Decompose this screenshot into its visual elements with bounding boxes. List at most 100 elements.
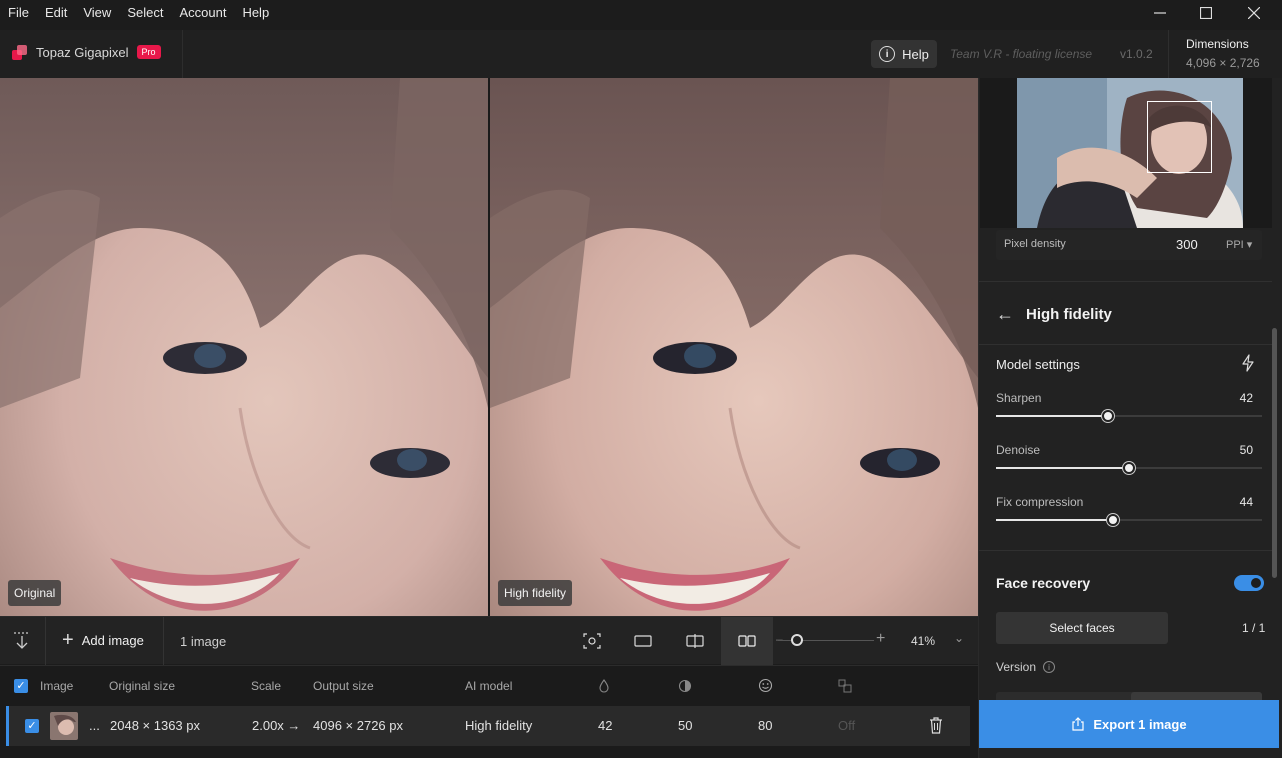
header-divider (182, 30, 183, 78)
close-icon (1248, 7, 1260, 19)
settings-sidebar: Pixel density 300 PPI ▾ ← High fidelity … (978, 78, 1282, 758)
image-count: 1 image (180, 634, 227, 649)
model-settings-title: Model settings (996, 357, 1080, 372)
app-logo: Topaz Gigapixel Pro (12, 44, 161, 60)
info-icon[interactable]: i (1043, 661, 1056, 673)
fix-compression-value[interactable]: 44 (1229, 495, 1253, 509)
sharpen-slider-fill (996, 415, 1108, 417)
lightning-icon[interactable] (1241, 354, 1255, 372)
zoom-level[interactable]: 41% (911, 634, 935, 648)
app-name: Topaz Gigapixel (36, 44, 129, 60)
select-faces-button[interactable]: Select faces (996, 612, 1168, 644)
navigator-viewport[interactable] (1147, 101, 1212, 173)
single-view-button[interactable] (617, 617, 669, 665)
toolbar-divider (163, 617, 164, 665)
menu-edit[interactable]: Edit (37, 0, 75, 26)
image-queue-table: ✓ Image Original size Scale Output size … (0, 665, 978, 758)
app-header: Topaz Gigapixel Pro i Help Team V.R - fl… (0, 30, 1282, 78)
chevron-down-icon[interactable]: ⌄ (954, 631, 964, 645)
denoise-slider-knob[interactable] (1123, 462, 1135, 474)
zoom-out-button[interactable]: – (776, 632, 783, 646)
table-header: ✓ Image Original size Scale Output size … (0, 666, 978, 706)
face-icon (758, 678, 773, 693)
menu-select[interactable]: Select (119, 0, 171, 26)
row-compression: Off (838, 718, 856, 733)
ppi-unit-label: PPI (1226, 239, 1244, 251)
help-label: Help (902, 46, 929, 62)
model-header[interactable]: ← High fidelity (996, 304, 1112, 325)
original-image-pane[interactable]: Original (0, 78, 488, 616)
navigator-preview[interactable] (980, 78, 1272, 228)
original-label: Original (8, 580, 62, 606)
menu-view[interactable]: View (75, 0, 119, 26)
denoise-slider[interactable] (996, 462, 1262, 474)
sidebar-divider (979, 550, 1272, 551)
sharpen-slider-knob[interactable] (1102, 410, 1114, 422)
sidebar-scrollbar[interactable] (1272, 328, 1277, 578)
add-image-button[interactable]: + Add image (62, 629, 144, 651)
sharpen-value[interactable]: 42 (1229, 391, 1253, 405)
export-button[interactable]: Export 1 image (979, 700, 1279, 748)
pixel-density-label: Pixel density (1004, 238, 1066, 250)
dimensions-title: Dimensions (1186, 37, 1249, 51)
split-view-icon (686, 634, 704, 648)
topaz-logo-icon (12, 44, 28, 60)
sidebar-divider (979, 344, 1272, 345)
back-arrow-icon[interactable]: ← (996, 304, 1014, 325)
pro-badge: Pro (136, 45, 161, 59)
face-recovery-title: Face recovery (996, 575, 1091, 591)
compression-icon (838, 679, 852, 693)
menu-help[interactable]: Help (234, 0, 277, 26)
row-scale[interactable]: 2.00x → (252, 718, 300, 733)
table-row[interactable]: ✓ ... 2048 × 1363 px 2.00x → 4096 × 2726… (6, 706, 970, 746)
model-title: High fidelity (1026, 306, 1112, 323)
sharpen-slider[interactable] (996, 410, 1262, 422)
export-label: Export 1 image (1093, 716, 1187, 732)
toolbar-divider (45, 617, 46, 665)
minimize-button[interactable] (1136, 0, 1184, 26)
ppi-dropdown[interactable]: PPI ▾ (1226, 238, 1252, 251)
snapshot-button[interactable] (566, 617, 618, 665)
row-ellipsis[interactable]: ... (89, 718, 100, 733)
fix-compression-slider[interactable] (996, 514, 1262, 526)
menu-bar: File Edit View Select Account Help (0, 0, 1282, 26)
header-output-size: Output size (313, 679, 374, 693)
image-thumbnail (50, 712, 78, 740)
close-button[interactable] (1230, 0, 1278, 26)
row-original-size: 2048 × 1363 px (110, 718, 200, 733)
bottom-toolbar: + Add image 1 image – + 41% ⌄ (0, 616, 978, 665)
menu-file[interactable]: File (0, 0, 37, 26)
pixel-density-input[interactable]: 300 (1176, 237, 1198, 252)
denoise-slider-fill (996, 467, 1129, 469)
camera-icon (583, 633, 601, 649)
row-ai-model: High fidelity (465, 718, 533, 733)
version-text: v1.0.2 (1120, 47, 1153, 61)
fix-compression-slider-fill (996, 519, 1113, 521)
enhanced-label: High fidelity (498, 580, 573, 606)
header-ai-model: AI model (465, 679, 513, 693)
fix-compression-slider-knob[interactable] (1107, 514, 1119, 526)
fix-compression-label: Fix compression (996, 495, 1084, 509)
maximize-icon (1200, 7, 1212, 19)
select-all-checkbox[interactable]: ✓ (14, 679, 28, 693)
zoom-slider-knob[interactable] (791, 634, 803, 646)
row-checkbox[interactable]: ✓ (25, 719, 39, 733)
download-icon[interactable] (12, 631, 32, 651)
maximize-button[interactable] (1182, 0, 1230, 26)
zoom-in-button[interactable]: + (876, 630, 885, 648)
header-image: Image (40, 679, 74, 693)
plus-icon: + (62, 629, 74, 651)
face-recovery-toggle[interactable] (1234, 575, 1264, 591)
denoise-value[interactable]: 50 (1229, 443, 1253, 457)
help-button[interactable]: i Help (871, 40, 937, 68)
enhanced-image-pane[interactable]: High fidelity (490, 78, 978, 616)
version-row: Version i (996, 660, 1056, 674)
single-view-icon (634, 635, 652, 647)
split-view-button[interactable] (669, 617, 721, 665)
trash-icon[interactable] (929, 717, 943, 734)
menu-account[interactable]: Account (171, 0, 234, 26)
enhanced-photo (490, 78, 978, 616)
pixel-density-field: Pixel density 300 PPI ▾ (996, 230, 1262, 260)
side-by-side-view-button[interactable] (721, 617, 773, 665)
row-output-size: 4096 × 2726 px (313, 718, 403, 733)
